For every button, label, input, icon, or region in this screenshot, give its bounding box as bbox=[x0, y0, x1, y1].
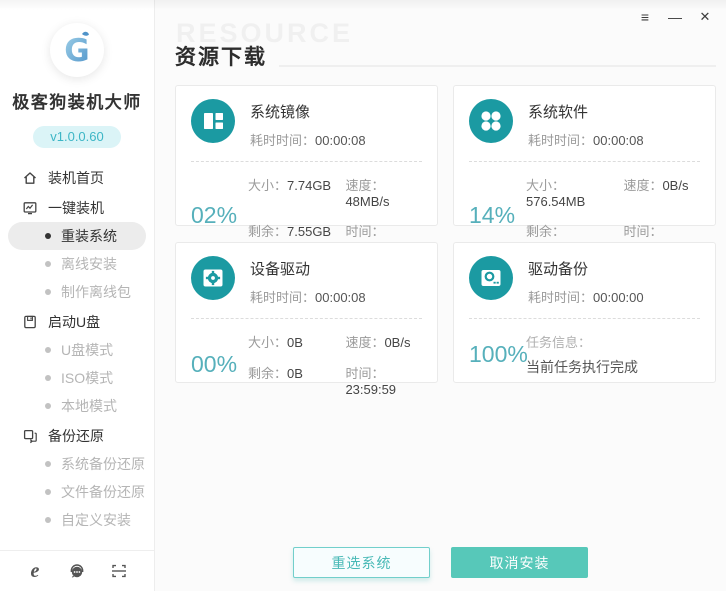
drive-backup-icon bbox=[469, 256, 513, 300]
stat-speed: 速度：0B/s bbox=[623, 175, 700, 209]
sidebar-item-reinstall-system[interactable]: 重装系统 bbox=[8, 222, 146, 250]
sidebar-item-local-mode[interactable]: 本地模式 bbox=[0, 392, 154, 420]
stat-time: 时间：23:59:59 bbox=[345, 363, 422, 397]
stat-speed: 速度：48MB/s bbox=[345, 175, 422, 209]
bullet-icon bbox=[45, 289, 51, 295]
page-title: 资源下载 bbox=[175, 41, 267, 71]
bullet-icon bbox=[45, 517, 51, 523]
bullet-icon bbox=[45, 489, 51, 495]
scan-qr-icon[interactable] bbox=[108, 560, 130, 582]
stat-size: 大小：576.54MB bbox=[526, 175, 623, 209]
monitor-chart-icon bbox=[22, 200, 38, 216]
close-icon[interactable]: ✕ bbox=[694, 7, 716, 27]
stat-speed: 速度：0B/s bbox=[345, 332, 422, 351]
divider bbox=[191, 161, 422, 162]
card-device-driver: 设备驱动 耗时时间：00:00:08 00% 大小：0B 速度：0B/s 剩余：… bbox=[175, 242, 438, 383]
elapsed-time: 耗时时间：00:00:08 bbox=[528, 130, 644, 149]
sidebar-item-home[interactable]: 装机首页 bbox=[0, 164, 154, 192]
page-header: RESOURCE 资源下载 bbox=[175, 33, 716, 71]
title-underline bbox=[279, 65, 716, 67]
stat-size: 大小：7.74GB bbox=[248, 175, 345, 209]
sidebar-item-boot-usb[interactable]: 启动U盘 bbox=[0, 308, 154, 336]
elapsed-time: 耗时时间：00:00:08 bbox=[250, 287, 366, 306]
download-cards: 系统镜像 耗时时间：00:00:08 02% 大小：7.74GB 速度：48MB… bbox=[175, 85, 726, 383]
sidebar-item-make-offline-pack[interactable]: 制作离线包 bbox=[0, 278, 154, 306]
progress-percent: 14% bbox=[469, 202, 526, 229]
sidebar-item-file-backup-restore[interactable]: 文件备份还原 bbox=[0, 478, 154, 506]
divider bbox=[469, 161, 700, 162]
windows-image-icon bbox=[191, 99, 235, 143]
app-name: 极客狗装机大师 bbox=[0, 88, 154, 113]
app-logo: G bbox=[50, 23, 104, 77]
version-badge: v1.0.0.60 bbox=[33, 126, 121, 148]
window-controls: ≡ — ✕ bbox=[634, 7, 716, 27]
sidebar: G 极客狗装机大师 v1.0.0.60 装机首页 一键装机 重装系统 离线安装 … bbox=[0, 0, 155, 591]
progress-percent: 02% bbox=[191, 202, 248, 229]
card-title: 驱动备份 bbox=[528, 258, 644, 279]
stat-remaining: 剩余：0B bbox=[248, 363, 345, 397]
footer-buttons: 重选系统 取消安装 bbox=[155, 547, 726, 578]
minimize-icon[interactable]: — bbox=[664, 7, 686, 27]
sidebar-item-backup-restore[interactable]: 备份还原 bbox=[0, 422, 154, 450]
progress-percent: 00% bbox=[191, 351, 248, 378]
bullet-icon bbox=[45, 403, 51, 409]
device-driver-icon bbox=[191, 256, 235, 300]
software-apps-icon bbox=[469, 99, 513, 143]
task-info-label: 任务信息： bbox=[526, 332, 700, 351]
card-stats: 大小：0B 速度：0B/s 剩余：0B 时间：23:59:59 bbox=[248, 332, 422, 397]
sidebar-item-offline-install[interactable]: 离线安装 bbox=[0, 250, 154, 278]
divider bbox=[191, 318, 422, 319]
svg-text:G: G bbox=[64, 33, 89, 69]
elapsed-time: 耗时时间：00:00:00 bbox=[528, 287, 644, 306]
sidebar-footer: e bbox=[0, 550, 154, 591]
main-panel: RESOURCE 资源下载 系统镜像 耗时时间：00:00:08 bbox=[155, 0, 726, 591]
sidebar-item-custom-install[interactable]: 自定义安装 bbox=[0, 506, 154, 534]
bullet-icon bbox=[45, 347, 51, 353]
card-system-image: 系统镜像 耗时时间：00:00:08 02% 大小：7.74GB 速度：48MB… bbox=[175, 85, 438, 226]
card-driver-backup: 驱动备份 耗时时间：00:00:00 100% 任务信息： 当前任务执行完成 bbox=[453, 242, 716, 383]
sidebar-item-usb-mode[interactable]: U盘模式 bbox=[0, 336, 154, 364]
cancel-install-button[interactable]: 取消安装 bbox=[451, 547, 588, 578]
stat-size: 大小：0B bbox=[248, 332, 345, 351]
elapsed-time: 耗时时间：00:00:08 bbox=[250, 130, 366, 149]
task-info-value: 当前任务执行完成 bbox=[526, 357, 700, 377]
sidebar-item-iso-mode[interactable]: ISO模式 bbox=[0, 364, 154, 392]
reselect-system-button[interactable]: 重选系统 bbox=[293, 547, 430, 578]
card-title: 系统镜像 bbox=[250, 101, 366, 122]
dog-g-logo-icon: G bbox=[50, 23, 104, 77]
card-title: 系统软件 bbox=[528, 101, 644, 122]
customer-service-icon[interactable] bbox=[66, 560, 88, 582]
card-system-software: 系统软件 耗时时间：00:00:08 14% 大小：576.54MB 速度：0B… bbox=[453, 85, 716, 226]
task-info: 任务信息： 当前任务执行完成 bbox=[526, 332, 700, 377]
bullet-icon bbox=[45, 461, 51, 467]
sidebar-item-onekey-install[interactable]: 一键装机 bbox=[0, 194, 154, 222]
progress-percent: 100% bbox=[469, 341, 526, 368]
sidebar-item-system-backup-restore[interactable]: 系统备份还原 bbox=[0, 450, 154, 478]
usb-disk-icon bbox=[22, 314, 38, 330]
card-title: 设备驱动 bbox=[250, 258, 366, 279]
divider bbox=[469, 318, 700, 319]
sidebar-menu: 装机首页 一键装机 重装系统 离线安装 制作离线包 启动U盘 U盘模式 ISO bbox=[0, 164, 154, 534]
bullet-icon bbox=[45, 375, 51, 381]
backup-restore-icon bbox=[22, 428, 38, 444]
bullet-icon bbox=[45, 233, 51, 239]
home-icon bbox=[22, 170, 38, 186]
ie-browser-icon[interactable]: e bbox=[24, 560, 46, 582]
menu-icon[interactable]: ≡ bbox=[634, 7, 656, 27]
bullet-icon bbox=[45, 261, 51, 267]
